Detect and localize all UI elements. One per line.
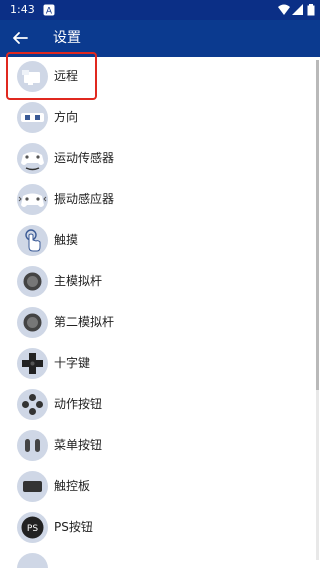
settings-item-vibration-sensor[interactable]: 振动感应器	[0, 180, 320, 221]
app-bar: 设置	[0, 20, 320, 57]
settings-item-label: 振动感应器	[54, 192, 115, 206]
vibration-sensor-icon	[17, 184, 48, 215]
status-time: 1:43	[10, 3, 35, 16]
settings-item-partial[interactable]	[0, 549, 320, 568]
back-button[interactable]	[6, 24, 34, 52]
settings-item-label: 远程	[54, 69, 79, 83]
settings-item-label: 触控板	[54, 479, 91, 493]
settings-item-label: 菜单按钮	[54, 438, 103, 452]
settings-item-label: 动作按钮	[54, 397, 103, 411]
settings-item-menu-buttons[interactable]: 菜单按钮	[0, 426, 320, 467]
ps-button-icon: PS	[17, 512, 48, 543]
page-title: 设置	[53, 30, 81, 46]
settings-list: 远程 方向 运动传感器 振动感应器 触摸 主模拟杆 第二模拟杆 十字键 动作按钮…	[0, 57, 320, 568]
svg-text:PS: PS	[27, 524, 38, 534]
wifi-icon	[278, 4, 290, 15]
signal-icon	[292, 4, 303, 15]
arrow-left-icon	[13, 32, 28, 44]
settings-item-orientation[interactable]: 方向	[0, 98, 320, 139]
settings-item-label: PS按钮	[54, 520, 93, 534]
touch-icon	[17, 225, 48, 256]
app-badge-icon: A	[43, 4, 55, 16]
settings-item-label: 方向	[54, 110, 79, 124]
settings-item-dpad[interactable]: 十字键	[0, 344, 320, 385]
settings-item-label: 触摸	[54, 233, 79, 247]
settings-item-action-buttons[interactable]: 动作按钮	[0, 385, 320, 426]
svg-text:A: A	[46, 7, 53, 17]
settings-item-touch[interactable]: 触摸	[0, 221, 320, 262]
action-buttons-icon	[17, 389, 48, 420]
touchpad-icon	[17, 471, 48, 502]
status-bar: 1:43 A	[0, 0, 320, 20]
scrollbar-thumb[interactable]	[316, 60, 319, 390]
settings-item-motion-sensor[interactable]: 运动传感器	[0, 139, 320, 180]
settings-item-label: 第二模拟杆	[54, 315, 115, 329]
motion-sensor-icon	[17, 143, 48, 174]
orientation-icon	[17, 102, 48, 133]
settings-item-second-analog-stick[interactable]: 第二模拟杆	[0, 303, 320, 344]
scrollbar[interactable]	[316, 60, 319, 560]
second-analog-stick-icon	[17, 307, 48, 338]
settings-item-label: 运动传感器	[54, 151, 115, 165]
settings-item-remote[interactable]: 远程	[0, 57, 320, 98]
settings-item-touchpad[interactable]: 触控板	[0, 467, 320, 508]
settings-item-ps-button[interactable]: PS PS按钮	[0, 508, 320, 549]
menu-buttons-icon	[17, 430, 48, 461]
battery-icon	[307, 4, 315, 16]
analog-stick-icon	[17, 266, 48, 297]
remote-icon	[17, 61, 48, 92]
settings-item-analog-stick[interactable]: 主模拟杆	[0, 262, 320, 303]
dpad-icon	[17, 348, 48, 379]
partial-icon	[17, 553, 48, 568]
settings-item-label: 主模拟杆	[54, 274, 103, 288]
settings-item-label: 十字键	[54, 356, 91, 370]
